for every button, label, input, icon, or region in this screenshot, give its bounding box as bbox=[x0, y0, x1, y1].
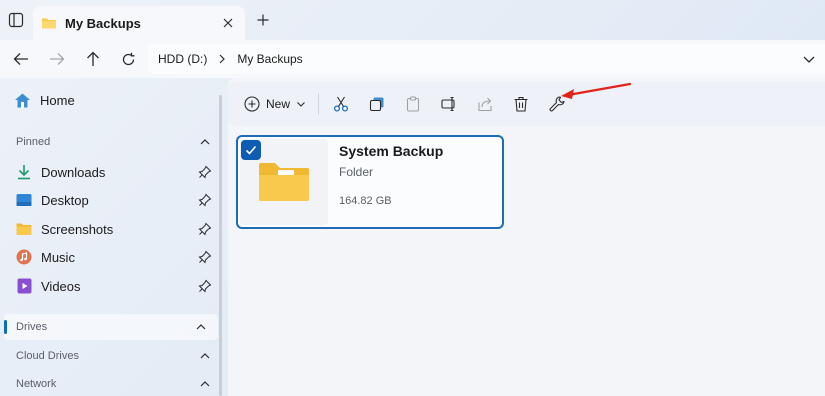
close-icon[interactable] bbox=[217, 12, 239, 34]
new-button-label: New bbox=[266, 97, 291, 111]
rename-icon bbox=[441, 96, 457, 112]
group-label: Pinned bbox=[16, 136, 51, 148]
back-arrow-icon[interactable] bbox=[10, 49, 32, 69]
checkbox-checked-icon[interactable] bbox=[241, 140, 261, 160]
rename-button[interactable] bbox=[435, 90, 463, 118]
sidebar-item-desktop[interactable]: Desktop bbox=[0, 186, 222, 214]
chevron-up-icon bbox=[198, 349, 212, 363]
folder-icon bbox=[259, 163, 309, 201]
content-pane: New System Backup Folder 164.82 GB bbox=[228, 78, 825, 396]
sidebar-item-label: Videos bbox=[41, 278, 81, 294]
home-icon bbox=[14, 92, 31, 109]
breadcrumb-folder[interactable]: My Backups bbox=[237, 52, 302, 66]
group-drives[interactable]: Drives bbox=[4, 314, 218, 340]
chevron-right-icon bbox=[215, 52, 229, 66]
file-item-system-backup[interactable]: System Backup Folder 164.82 GB bbox=[236, 135, 504, 229]
share-button[interactable] bbox=[471, 90, 499, 118]
folder-icon bbox=[16, 221, 32, 237]
selection-indicator bbox=[4, 320, 7, 334]
sidebar-item-label: Screenshots bbox=[41, 221, 114, 237]
properties-button[interactable] bbox=[543, 90, 571, 118]
copy-icon bbox=[369, 96, 385, 112]
tab-actions-icon[interactable] bbox=[6, 10, 26, 30]
sidebar-item-label: Music bbox=[41, 249, 75, 265]
download-icon bbox=[16, 164, 32, 180]
cut-button[interactable] bbox=[327, 90, 355, 118]
tab-title: My Backups bbox=[65, 15, 141, 31]
chevron-down-icon bbox=[296, 99, 306, 109]
tab-my-backups[interactable]: My Backups bbox=[33, 6, 245, 40]
toolbar: New bbox=[228, 82, 825, 126]
refresh-icon[interactable] bbox=[117, 49, 139, 69]
chevron-up-icon bbox=[194, 320, 208, 334]
video-icon bbox=[16, 278, 32, 294]
cut-icon bbox=[333, 96, 349, 112]
sidebar-item-music[interactable]: Music bbox=[0, 243, 222, 271]
tab-strip: My Backups bbox=[0, 0, 825, 40]
group-pinned[interactable]: Pinned bbox=[0, 129, 222, 155]
sidebar-item-home[interactable]: Home bbox=[14, 92, 75, 109]
sidebar-item-screenshots[interactable]: Screenshots bbox=[0, 215, 222, 243]
group-label: Network bbox=[16, 378, 57, 390]
item-name: System Backup bbox=[339, 143, 444, 159]
share-icon bbox=[477, 96, 493, 112]
delete-icon bbox=[513, 96, 529, 112]
address-bar[interactable]: HDD (D:) My Backups bbox=[148, 44, 825, 74]
new-button[interactable]: New bbox=[240, 89, 310, 119]
group-network[interactable]: Network bbox=[0, 371, 222, 396]
sidebar-item-downloads[interactable]: Downloads bbox=[0, 158, 222, 186]
item-size: 164.82 GB bbox=[339, 195, 392, 207]
item-type: Folder bbox=[339, 165, 374, 179]
pin-icon[interactable] bbox=[198, 222, 212, 236]
group-cloud-drives[interactable]: Cloud Drives bbox=[0, 343, 222, 369]
chevron-down-icon[interactable] bbox=[801, 51, 817, 67]
paste-button[interactable] bbox=[399, 90, 427, 118]
music-icon bbox=[16, 249, 32, 265]
folder-icon bbox=[41, 15, 57, 31]
group-label: Drives bbox=[16, 321, 48, 333]
copy-button[interactable] bbox=[363, 90, 391, 118]
pin-icon[interactable] bbox=[198, 165, 212, 179]
delete-button[interactable] bbox=[507, 90, 535, 118]
chevron-up-icon bbox=[198, 135, 212, 149]
group-label: Cloud Drives bbox=[16, 350, 79, 362]
sidebar-item-label: Home bbox=[40, 93, 75, 108]
sidebar-splitter[interactable] bbox=[219, 95, 222, 396]
forward-arrow-icon[interactable] bbox=[46, 49, 68, 69]
pin-icon[interactable] bbox=[198, 250, 212, 264]
paste-icon bbox=[405, 96, 421, 112]
up-arrow-icon[interactable] bbox=[82, 49, 104, 69]
properties-wrench-icon bbox=[549, 96, 565, 112]
sidebar-item-videos[interactable]: Videos bbox=[0, 272, 222, 300]
sidebar-item-label: Desktop bbox=[41, 192, 89, 208]
new-tab-plus-icon[interactable] bbox=[253, 10, 273, 30]
breadcrumb-drive[interactable]: HDD (D:) bbox=[158, 52, 207, 66]
pin-icon[interactable] bbox=[198, 279, 212, 293]
navigation-bar: HDD (D:) My Backups bbox=[0, 40, 825, 78]
toolbar-divider bbox=[318, 93, 320, 115]
sidebar: Home Pinned Downloads Desktop Screenshot… bbox=[0, 78, 222, 396]
chevron-up-icon bbox=[198, 377, 212, 391]
sidebar-item-label: Downloads bbox=[41, 164, 106, 180]
pin-icon[interactable] bbox=[198, 193, 212, 207]
desktop-icon bbox=[16, 192, 32, 208]
plus-circle-icon bbox=[244, 96, 260, 112]
